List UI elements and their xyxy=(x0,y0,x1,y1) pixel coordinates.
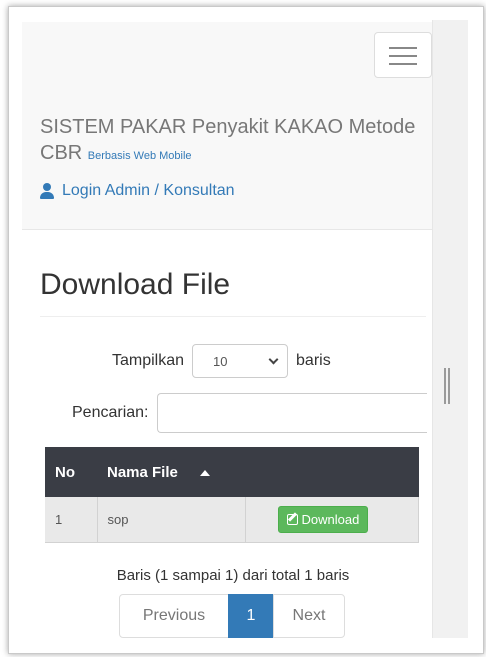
edit-icon xyxy=(286,513,298,525)
download-label: Download xyxy=(301,511,360,527)
select-chevron-icon xyxy=(268,354,279,364)
brand-subtitle: Berbasis Web Mobile xyxy=(87,150,192,162)
length-suffix-label: baris xyxy=(296,352,331,369)
cell-file-name: sop xyxy=(97,497,246,543)
page-length-value: 10 xyxy=(213,353,228,369)
navbar: SISTEM PAKAR Penyakit KAKAO Metode CBR B… xyxy=(22,22,432,230)
page-title: Download File xyxy=(40,268,426,317)
menu-toggle-button[interactable] xyxy=(374,32,432,78)
table-header-row: No Nama File xyxy=(45,447,419,497)
pagination: Previous 1 Next xyxy=(119,594,345,638)
sort-asc-icon xyxy=(199,469,210,476)
col-header-nama-file[interactable]: Nama File xyxy=(97,447,245,497)
next-page-button[interactable]: Next xyxy=(273,594,345,638)
search-label: Pencarian: xyxy=(72,404,149,421)
cell-action: Download xyxy=(245,497,419,543)
search-control: Pencarian: xyxy=(72,393,427,433)
files-table: No Nama File 1 sop Download xyxy=(45,447,419,543)
previous-page-button[interactable]: Previous xyxy=(119,594,229,638)
login-label: Login Admin / Konsultan xyxy=(62,182,235,199)
page-length-select[interactable]: 10 xyxy=(192,344,289,378)
resize-grip[interactable] xyxy=(444,368,450,404)
current-page-button[interactable]: 1 xyxy=(228,594,274,638)
col-header-no[interactable]: No xyxy=(45,447,97,497)
navbar-brand[interactable]: SISTEM PAKAR Penyakit KAKAO Metode CBR B… xyxy=(40,114,430,169)
search-input[interactable] xyxy=(156,393,427,433)
scrollbar-track[interactable] xyxy=(432,20,468,638)
col-header-action xyxy=(245,447,419,497)
table-info: Baris (1 sampai 1) dari total 1 baris xyxy=(116,567,350,584)
page-length-control: Tampilkan 10 baris xyxy=(112,344,331,378)
cell-no: 1 xyxy=(45,497,98,543)
download-button[interactable]: Download xyxy=(277,505,369,533)
length-prefix-label: Tampilkan xyxy=(112,352,185,369)
login-link[interactable]: Login Admin / Konsultan xyxy=(40,182,235,200)
user-icon xyxy=(40,183,54,199)
table-row: 1 sop Download xyxy=(45,497,419,543)
